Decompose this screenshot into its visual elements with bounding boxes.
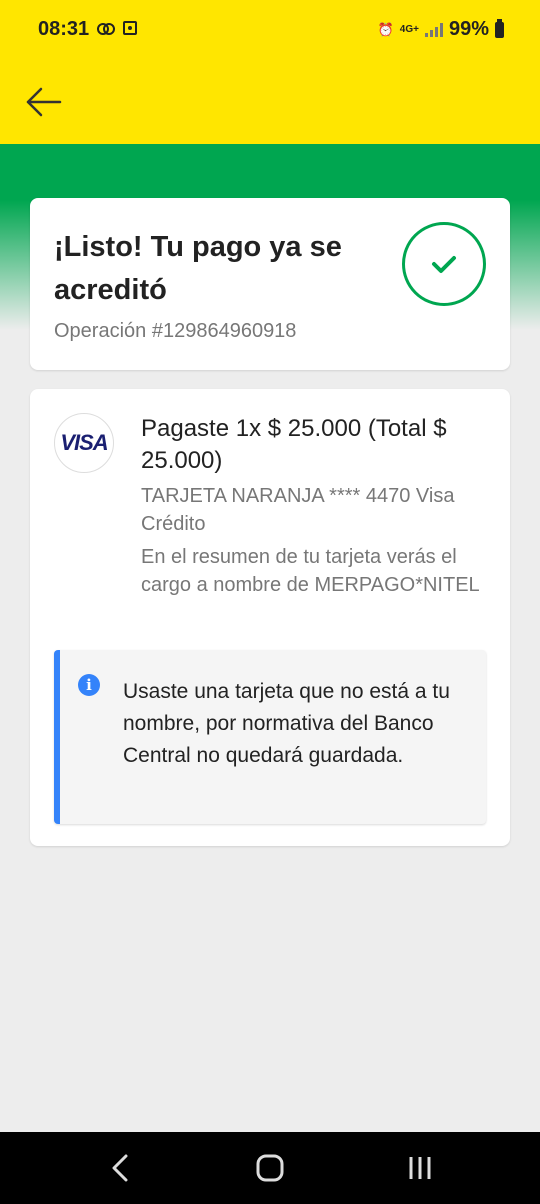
operation-number: Operación #129864960918 [54,320,297,342]
voicemail-icon [97,23,115,35]
statement-note: En el resumen de tu tarjeta verás el car… [141,546,480,596]
nav-recents-icon[interactable] [406,1154,434,1187]
notice-text: Usaste una tarjeta que no está a tu nomb… [123,680,450,767]
info-icon: i [78,674,100,696]
signal-icon [424,22,443,37]
card-info: TARJETA NARANJA **** 4470 Visa Crédito [141,485,455,535]
notification-icon [123,21,137,35]
payment-card: VISA Pagaste 1x $ 25.000 (Total $ 25.000… [30,389,510,846]
app-header [0,60,540,144]
battery-percent: 99% [448,18,489,40]
status-bar: 08:31 ⏰ 4G+ 99% [0,0,540,60]
status-time: 08:31 [38,18,90,40]
arrow-left-icon[interactable] [24,82,64,122]
system-nav-bar [0,1132,540,1204]
payment-summary: Pagaste 1x $ 25.000 (Total $ 25.000) [141,415,447,474]
nav-back-icon[interactable] [108,1154,132,1187]
nav-home-icon[interactable] [256,1154,284,1187]
page-title: ¡Listo! Tu pago ya se acreditó [54,231,342,306]
check-circle-icon [402,222,486,306]
visa-logo: VISA [54,413,114,473]
alarm-icon: ⏰ [377,21,394,37]
info-notice: i Usaste una tarjeta que no está a tu no… [54,650,486,824]
battery-icon [495,18,504,38]
network-type: 4G+ [399,24,419,35]
success-card: ¡Listo! Tu pago ya se acreditó Operación… [30,198,510,370]
